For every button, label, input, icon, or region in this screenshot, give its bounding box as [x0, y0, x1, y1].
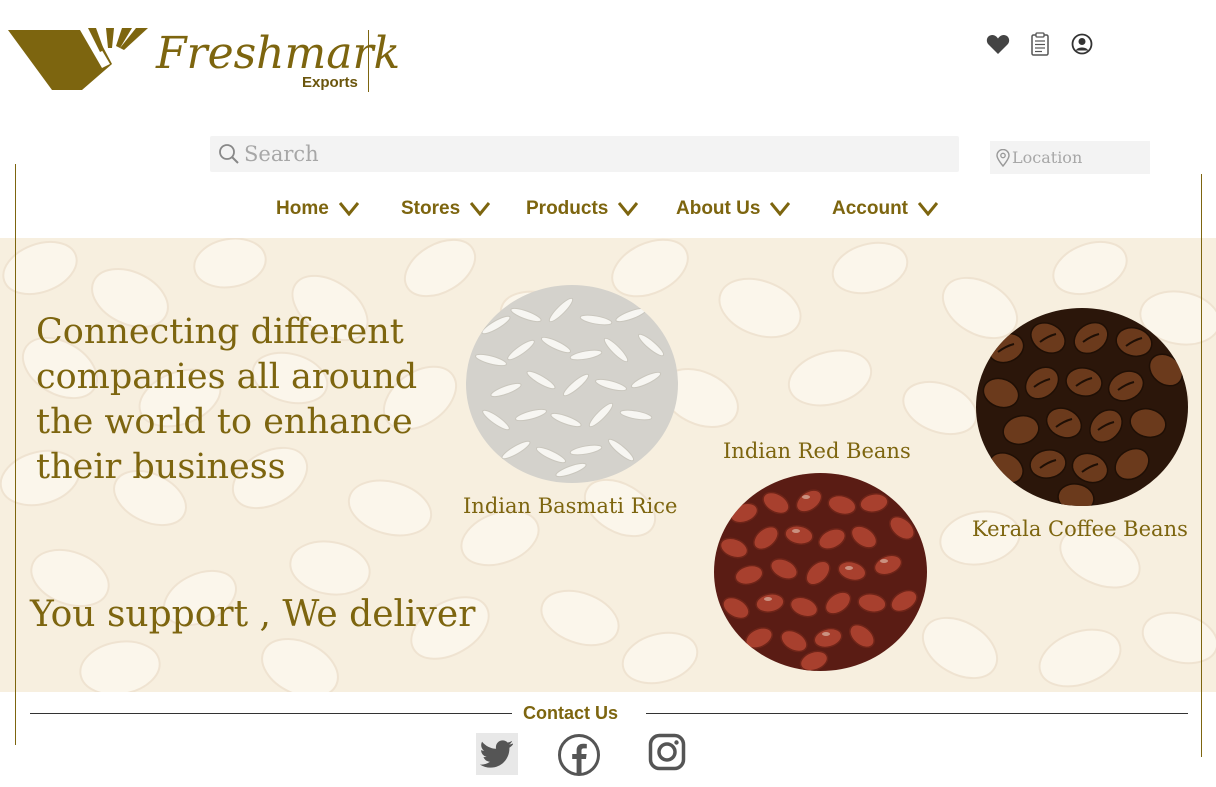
nav-stores[interactable]: Stores	[401, 198, 491, 220]
nav-products[interactable]: Products	[526, 198, 639, 220]
nav-label: About Us	[676, 198, 761, 219]
clipboard-icon[interactable]	[1028, 32, 1052, 56]
logo-divider	[368, 30, 369, 92]
contact-divider-right	[646, 713, 1188, 714]
location-input[interactable]	[1010, 141, 1216, 174]
nav-home[interactable]: Home	[276, 198, 359, 220]
chevron-down-icon	[770, 202, 791, 216]
logo[interactable]	[8, 28, 148, 92]
product-label-coffee[interactable]: Kerala Coffee Beans	[972, 517, 1188, 541]
rice-image	[466, 285, 678, 483]
nav-about-us[interactable]: About Us	[676, 198, 791, 220]
chevron-down-icon	[338, 202, 359, 216]
search-bar	[210, 136, 959, 172]
facebook-icon[interactable]	[557, 733, 601, 777]
brand-name: Freshmark	[156, 28, 401, 79]
nav-label: Home	[276, 198, 329, 219]
left-border-line	[15, 164, 16, 745]
product-label-red-beans[interactable]: Indian Red Beans	[723, 439, 911, 463]
product-basmati-rice[interactable]	[466, 285, 678, 483]
heart-icon[interactable]	[986, 32, 1010, 56]
hero-banner: Connecting different companies all aroun…	[0, 238, 1216, 692]
red-beans-image	[714, 473, 927, 671]
search-icon	[218, 143, 240, 165]
location-field	[990, 141, 1216, 174]
chevron-down-icon	[470, 202, 491, 216]
contact-title: Contact Us	[523, 703, 619, 723]
user-icon[interactable]	[1070, 32, 1094, 56]
chevron-down-icon	[618, 202, 639, 216]
location-pin-icon	[996, 148, 1010, 167]
brand: Freshmark Exports	[156, 28, 401, 91]
contact-divider-left	[30, 713, 512, 714]
product-label-rice[interactable]: Indian Basmati Rice	[463, 494, 677, 518]
product-coffee-beans[interactable]	[976, 308, 1188, 506]
nav-account[interactable]: Account	[832, 198, 938, 220]
search-input[interactable]	[240, 136, 959, 172]
header-icons	[986, 32, 1094, 56]
right-border-line	[1201, 174, 1202, 757]
nav-label: Products	[526, 198, 609, 219]
nav-label: Stores	[401, 198, 461, 219]
coffee-beans-image	[976, 308, 1188, 506]
product-red-beans[interactable]	[714, 473, 927, 671]
chevron-down-icon	[918, 202, 938, 216]
main-nav: Home Stores Products About Us Account	[0, 198, 1216, 226]
twitter-icon[interactable]	[476, 733, 518, 775]
brand-subtitle: Exports	[302, 74, 358, 91]
hero-slogan: You support , We deliver	[30, 594, 476, 635]
logo-mark-icon	[8, 28, 148, 90]
nav-label: Account	[832, 198, 908, 219]
hero-tagline: Connecting different companies all aroun…	[36, 312, 418, 487]
instagram-icon[interactable]	[648, 733, 686, 771]
